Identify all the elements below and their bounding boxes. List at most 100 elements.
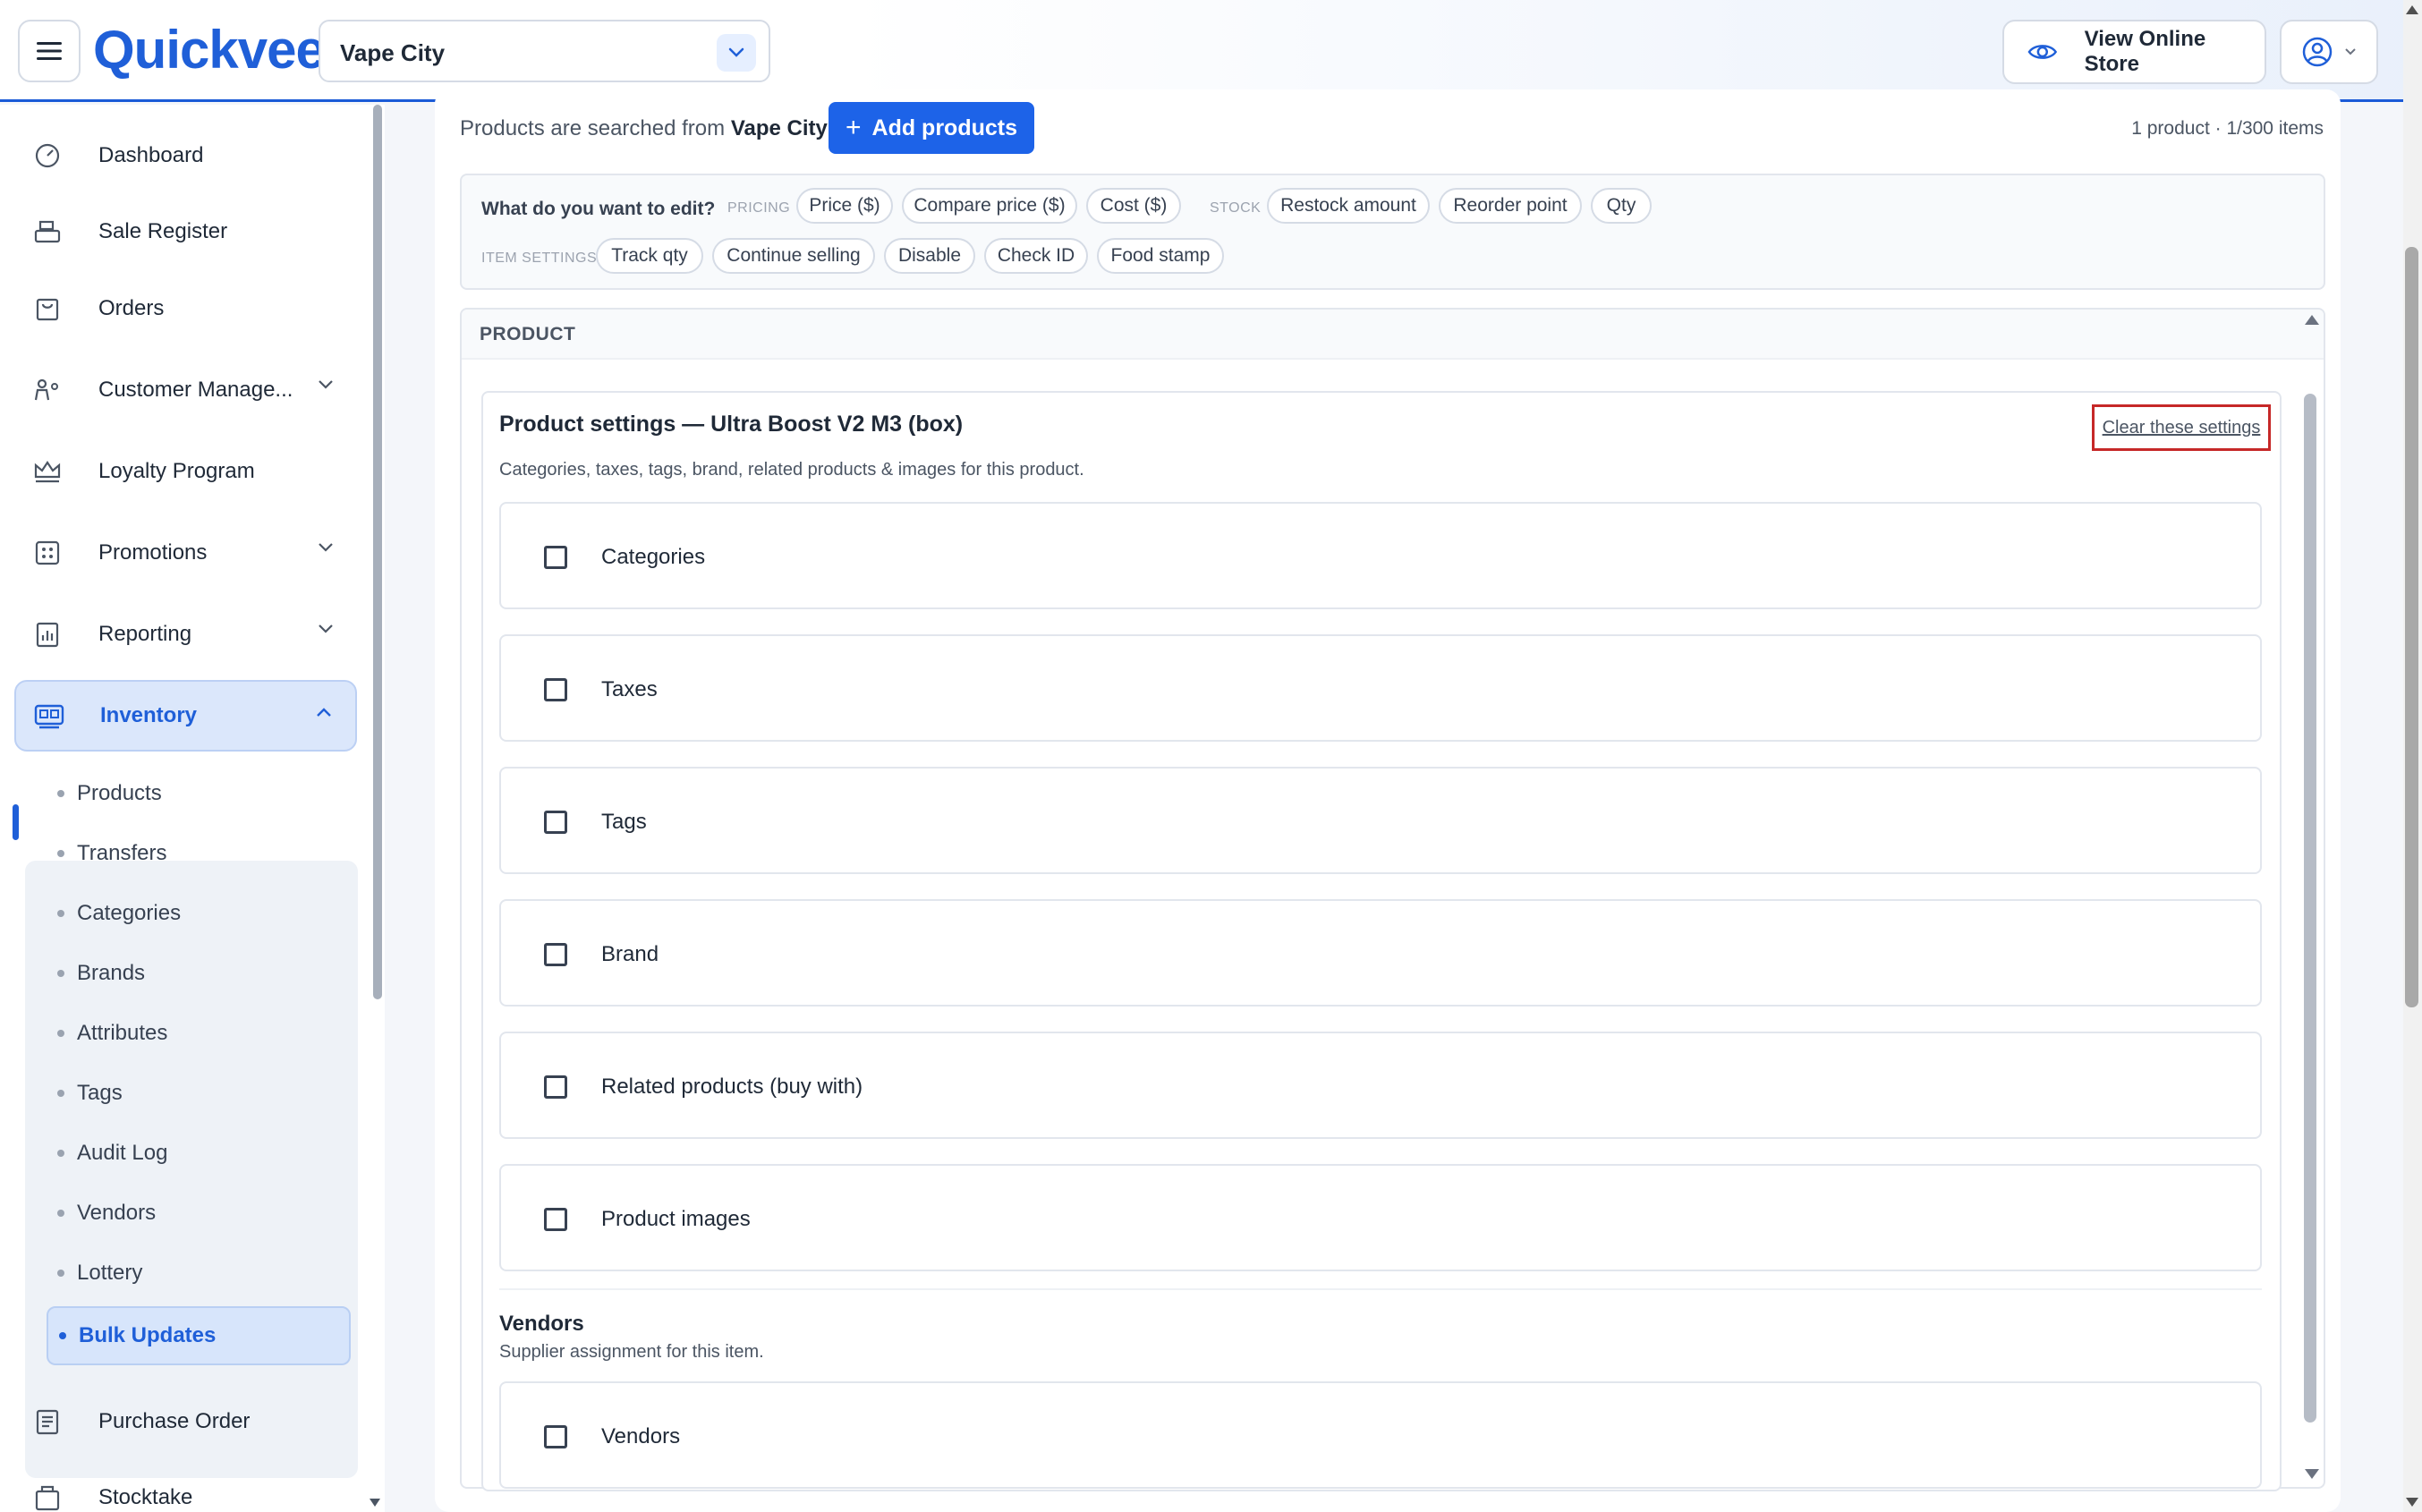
user-avatar-icon <box>2302 37 2333 67</box>
sidebar-item-reporting[interactable]: Reporting <box>14 599 357 670</box>
chip-cost[interactable]: Cost ($) <box>1086 188 1181 224</box>
submenu-item-lottery[interactable]: Lottery <box>47 1246 351 1300</box>
sidebar-scrollbar[interactable] <box>373 105 382 999</box>
submenu-item-label: Brands <box>77 961 146 985</box>
option-row-vendors[interactable]: Vendors <box>499 1381 2262 1489</box>
chip-restock-amount[interactable]: Restock amount <box>1267 188 1430 224</box>
page-scrollbar-thumb[interactable] <box>2405 247 2418 1007</box>
edit-fields-panel: What do you want to edit? PRICING Price … <box>460 174 2325 290</box>
panel-scrollbar[interactable] <box>2304 394 2316 1423</box>
sidebar-scroll-down-arrow[interactable] <box>370 1499 380 1507</box>
chip-food-stamp[interactable]: Food stamp <box>1097 238 1224 274</box>
submenu-item-label: Products <box>77 781 162 805</box>
chip-disable[interactable]: Disable <box>884 238 975 274</box>
chevron-down-icon[interactable] <box>717 34 756 72</box>
submenu-item-label: Categories <box>77 901 182 925</box>
sidebar-item-promotions[interactable]: Promotions <box>14 517 357 589</box>
chip-qty[interactable]: Qty <box>1591 188 1652 224</box>
chip-check-id[interactable]: Check ID <box>984 238 1088 274</box>
user-menu-button[interactable] <box>2280 20 2378 84</box>
panel-scroll-down-arrow[interactable] <box>2305 1469 2319 1479</box>
quickvee-logo[interactable]: Quickvee <box>93 18 326 81</box>
view-online-store-button[interactable]: View Online Store <box>2002 20 2266 84</box>
product-settings-subtitle: Categories, taxes, tags, brand, related … <box>499 460 1084 480</box>
panel-scroll-up-arrow[interactable] <box>2305 315 2319 325</box>
sidebar-item-dashboard[interactable]: Dashboard <box>14 120 357 191</box>
sidebar-item-label: Stocktake <box>98 1485 193 1509</box>
page-scroll-up-arrow[interactable] <box>2406 5 2418 14</box>
checkbox[interactable] <box>544 546 567 569</box>
chip-price[interactable]: Price ($) <box>796 188 893 224</box>
chip-track-qty[interactable]: Track qty <box>596 238 703 274</box>
option-row-brand[interactable]: Brand <box>499 899 2262 1007</box>
submenu-item-transfers[interactable]: Transfers <box>47 827 351 880</box>
sidebar-item-sale-register[interactable]: Sale Register <box>14 196 357 268</box>
store-selector[interactable]: Vape City <box>319 20 770 82</box>
option-row-taxes[interactable]: Taxes <box>499 634 2262 742</box>
page-scroll-down-arrow[interactable] <box>2406 1498 2418 1507</box>
checkbox[interactable] <box>544 811 567 834</box>
submenu-item-categories[interactable]: Categories <box>47 887 351 940</box>
submenu-item-vendors[interactable]: Vendors <box>47 1186 351 1240</box>
option-row-categories[interactable]: Categories <box>499 502 2262 609</box>
sidebar-item-label: Loyalty Program <box>98 459 255 483</box>
edit-question: What do you want to edit? <box>481 199 716 219</box>
report-icon <box>32 619 63 650</box>
purchase-order-icon <box>32 1406 63 1437</box>
submenu-item-label: Lottery <box>77 1261 143 1285</box>
sidebar-item-purchase-order[interactable]: Purchase Order <box>14 1386 357 1457</box>
option-label: Tags <box>601 810 647 834</box>
submenu-item-label: Transfers <box>77 841 167 865</box>
submenu-item-tags[interactable]: Tags <box>47 1066 351 1120</box>
checkbox[interactable] <box>544 678 567 701</box>
chevron-down-icon <box>2345 48 2356 55</box>
clear-settings-link[interactable]: Clear these settings <box>2092 404 2271 451</box>
option-label: Taxes <box>601 677 658 701</box>
sidebar-item-label: Dashboard <box>98 143 204 167</box>
checkbox[interactable] <box>544 1208 567 1231</box>
hamburger-menu-icon <box>37 42 62 60</box>
option-row-product-images[interactable]: Product images <box>499 1164 2262 1271</box>
submenu-item-attributes[interactable]: Attributes <box>47 1007 351 1060</box>
sidebar-item-loyalty-program[interactable]: Loyalty Program <box>14 436 357 507</box>
bullet-dot <box>57 970 64 977</box>
sidebar-item-inventory[interactable]: Inventory <box>14 680 357 752</box>
chevron-down-icon <box>319 624 333 633</box>
option-row-related-products[interactable]: Related products (buy with) <box>499 1032 2262 1139</box>
stock-group-label: STOCK <box>1210 200 1262 216</box>
sidebar-item-orders[interactable]: Orders <box>14 273 357 344</box>
section-divider <box>499 1288 2262 1290</box>
bullet-dot <box>57 1150 64 1157</box>
add-products-button[interactable]: + Add products <box>829 102 1034 154</box>
product-settings-title: Product settings — Ultra Boost V2 M3 (bo… <box>499 412 964 437</box>
option-row-tags[interactable]: Tags <box>499 767 2262 874</box>
checkbox[interactable] <box>544 943 567 966</box>
submenu-item-bulk-updates[interactable]: Bulk Updates <box>47 1306 351 1365</box>
bullet-dot <box>57 790 64 797</box>
chip-continue-selling[interactable]: Continue selling <box>712 238 875 274</box>
chip-reorder-point[interactable]: Reorder point <box>1439 188 1582 224</box>
menu-button[interactable] <box>18 20 81 82</box>
submenu-item-label: Attributes <box>77 1021 168 1045</box>
submenu-item-brands[interactable]: Brands <box>47 947 351 1000</box>
sidebar-item-customer-management[interactable]: Customer Manage... <box>14 354 357 426</box>
option-label: Related products (buy with) <box>601 1075 863 1099</box>
eye-icon <box>2027 45 2058 59</box>
sidebar-item-label: Orders <box>98 296 165 320</box>
pricing-group-label: PRICING <box>727 200 791 216</box>
product-header-label: PRODUCT <box>480 324 576 344</box>
chevron-down-icon <box>319 380 333 389</box>
sidebar-item-stocktake[interactable]: Stocktake <box>14 1462 357 1512</box>
top-header: Quickvee Vape City View Online Store <box>0 0 2422 102</box>
submenu-item-label: Vendors <box>77 1201 157 1225</box>
bullet-dot <box>57 1210 64 1217</box>
shopping-bag-icon <box>32 293 63 324</box>
option-label: Vendors <box>601 1424 681 1448</box>
logo-text: Quickvee <box>93 19 326 80</box>
submenu-item-audit-log[interactable]: Audit Log <box>47 1126 351 1180</box>
checkbox[interactable] <box>544 1425 567 1448</box>
chip-compare-price[interactable]: Compare price ($) <box>902 188 1077 224</box>
checkbox[interactable] <box>544 1075 567 1099</box>
sidebar-item-label: Reporting <box>98 622 192 646</box>
submenu-item-products[interactable]: Products <box>47 767 351 820</box>
